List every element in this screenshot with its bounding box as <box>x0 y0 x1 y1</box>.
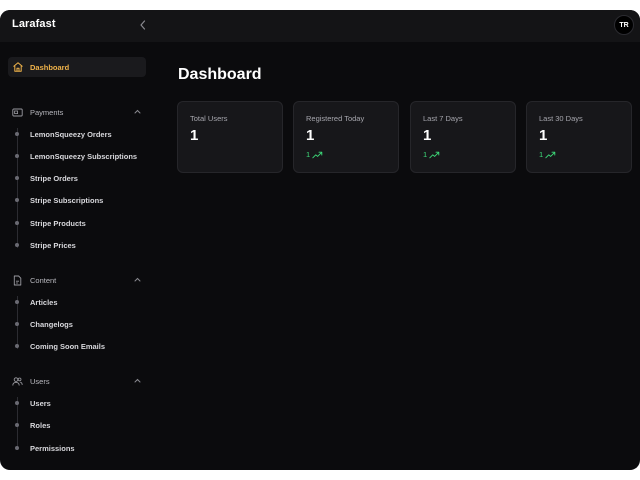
stat-label: Last 7 Days <box>423 114 463 123</box>
stat-label: Total Users <box>190 114 228 123</box>
sidebar-group-users[interactable]: Users <box>12 374 142 388</box>
users-icon <box>12 376 23 387</box>
stat-label: Last 30 Days <box>539 114 583 123</box>
stat-card-last-30-days: Last 30 Days 1 1 <box>526 101 632 173</box>
sidebar-group-label: Payments <box>30 107 64 117</box>
sidebar-item-label: Articles <box>30 297 58 307</box>
sidebar-item-label: Stripe Orders <box>30 173 78 183</box>
trending-up-icon <box>545 151 556 159</box>
stat-card-total-users: Total Users 1 <box>177 101 283 173</box>
sidebar-item-stripe-subscriptions[interactable]: Stripe Subscriptions <box>15 193 103 207</box>
bullet-dot <box>15 322 19 326</box>
stat-trend: 1 <box>423 150 440 159</box>
stat-trend: 1 <box>539 150 556 159</box>
home-icon <box>12 61 24 73</box>
trend-value: 1 <box>306 150 311 159</box>
sidebar-item-stripe-prices[interactable]: Stripe Prices <box>15 238 76 252</box>
sidebar-item-lemonsqueezy-orders[interactable]: LemonSqueezy Orders <box>15 127 112 141</box>
sidebar-item-roles[interactable]: Roles <box>15 418 50 432</box>
main-content: Dashboard Total Users 1 Registered Today… <box>160 42 640 470</box>
stat-value: 1 <box>423 127 432 144</box>
sidebar-group-payments[interactable]: Payments <box>12 105 142 119</box>
collapse-sidebar-button[interactable] <box>136 17 150 33</box>
sidebar-item-label: Users <box>30 398 51 408</box>
chevron-up-icon <box>133 107 142 116</box>
sidebar-group-content[interactable]: Content <box>12 273 142 287</box>
trending-up-icon <box>429 151 440 159</box>
sidebar-item-label: Stripe Prices <box>30 240 76 250</box>
bullet-dot <box>15 300 19 304</box>
sidebar-item-changelogs[interactable]: Changelogs <box>15 317 73 331</box>
sidebar-item-articles[interactable]: Articles <box>15 295 58 309</box>
bullet-dot <box>15 401 19 405</box>
user-avatar[interactable]: TR <box>614 15 634 35</box>
sidebar-item-lemonsqueezy-subscriptions[interactable]: LemonSqueezy Subscriptions <box>15 149 137 163</box>
document-icon <box>12 275 23 286</box>
sidebar-item-permissions[interactable]: Permissions <box>15 441 75 455</box>
top-bar: Larafast TR <box>0 10 640 42</box>
sidebar-item-users[interactable]: Users <box>15 396 51 410</box>
bullet-dot <box>15 344 19 348</box>
sub-nav-line <box>17 128 18 248</box>
app-window: Larafast TR Dashboard Payments LemonSque… <box>0 10 640 470</box>
bullet-dot <box>15 154 19 158</box>
bullet-dot <box>15 423 19 427</box>
sidebar-item-label: LemonSqueezy Orders <box>30 129 112 139</box>
sidebar-item-dashboard[interactable]: Dashboard <box>8 57 146 77</box>
sidebar-item-stripe-orders[interactable]: Stripe Orders <box>15 171 78 185</box>
stat-trend: 1 <box>306 150 323 159</box>
sidebar-group-label: Content <box>30 275 57 285</box>
bullet-dot <box>15 221 19 225</box>
trend-value: 1 <box>423 150 428 159</box>
sidebar-item-label: Stripe Products <box>30 218 86 228</box>
stat-card-registered-today: Registered Today 1 1 <box>293 101 399 173</box>
bullet-dot <box>15 132 19 136</box>
app-title: Larafast <box>12 18 56 30</box>
sidebar-group-label: Users <box>30 376 50 386</box>
sidebar-item-stripe-products[interactable]: Stripe Products <box>15 216 86 230</box>
credit-card-icon <box>12 107 23 118</box>
page-title: Dashboard <box>178 66 262 83</box>
sidebar-item-label: Roles <box>30 420 51 430</box>
bullet-dot <box>15 176 19 180</box>
sidebar-item-label: Permissions <box>30 443 75 453</box>
stat-value: 1 <box>306 127 315 144</box>
bullet-dot <box>15 243 19 247</box>
sidebar: Dashboard Payments LemonSqueezy Orders L… <box>0 42 160 470</box>
sidebar-item-label: Dashboard <box>30 62 70 72</box>
trending-up-icon <box>312 151 323 159</box>
sidebar-item-label: LemonSqueezy Subscriptions <box>30 151 138 161</box>
sidebar-item-label: Changelogs <box>30 319 73 329</box>
stat-value: 1 <box>539 127 548 144</box>
sidebar-item-coming-soon-emails[interactable]: Coming Soon Emails <box>15 339 105 353</box>
chevron-up-icon <box>133 275 142 284</box>
bullet-dot <box>15 198 19 202</box>
bullet-dot <box>15 446 19 450</box>
sidebar-item-label: Coming Soon Emails <box>30 341 106 351</box>
trend-value: 1 <box>539 150 544 159</box>
stat-card-last-7-days: Last 7 Days 1 1 <box>410 101 516 173</box>
sidebar-item-label: Stripe Subscriptions <box>30 195 104 205</box>
chevron-up-icon <box>133 376 142 385</box>
stat-value: 1 <box>190 127 199 144</box>
chevron-left-icon <box>140 20 146 30</box>
stat-label: Registered Today <box>306 114 365 123</box>
